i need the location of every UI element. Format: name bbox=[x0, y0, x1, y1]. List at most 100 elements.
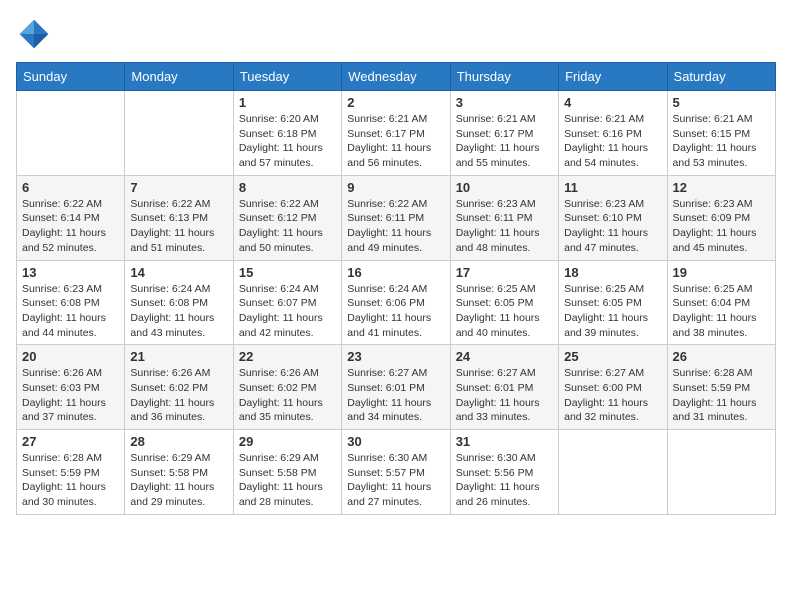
calendar-cell: 25 Sunrise: 6:27 AM Sunset: 6:00 PM Dayli… bbox=[559, 345, 667, 430]
day-info: Sunrise: 6:21 AM Sunset: 6:15 PM Dayligh… bbox=[673, 112, 770, 171]
day-info: Sunrise: 6:22 AM Sunset: 6:11 PM Dayligh… bbox=[347, 197, 444, 256]
calendar-week-3: 20 Sunrise: 6:26 AM Sunset: 6:03 PM Dayli… bbox=[17, 345, 776, 430]
day-info: Sunrise: 6:20 AM Sunset: 6:18 PM Dayligh… bbox=[239, 112, 336, 171]
calendar-cell: 24 Sunrise: 6:27 AM Sunset: 6:01 PM Dayli… bbox=[450, 345, 558, 430]
day-number: 25 bbox=[564, 349, 661, 364]
day-number: 11 bbox=[564, 180, 661, 195]
day-info: Sunrise: 6:21 AM Sunset: 6:16 PM Dayligh… bbox=[564, 112, 661, 171]
day-info: Sunrise: 6:30 AM Sunset: 5:57 PM Dayligh… bbox=[347, 451, 444, 510]
day-number: 2 bbox=[347, 95, 444, 110]
calendar-cell: 2 Sunrise: 6:21 AM Sunset: 6:17 PM Daylig… bbox=[342, 91, 450, 176]
day-info: Sunrise: 6:23 AM Sunset: 6:08 PM Dayligh… bbox=[22, 282, 119, 341]
calendar-week-4: 27 Sunrise: 6:28 AM Sunset: 5:59 PM Dayli… bbox=[17, 430, 776, 515]
calendar-cell: 3 Sunrise: 6:21 AM Sunset: 6:17 PM Daylig… bbox=[450, 91, 558, 176]
weekday-tuesday: Tuesday bbox=[233, 63, 341, 91]
calendar-body: 1 Sunrise: 6:20 AM Sunset: 6:18 PM Daylig… bbox=[17, 91, 776, 515]
weekday-friday: Friday bbox=[559, 63, 667, 91]
logo bbox=[16, 16, 56, 52]
day-number: 21 bbox=[130, 349, 227, 364]
day-info: Sunrise: 6:30 AM Sunset: 5:56 PM Dayligh… bbox=[456, 451, 553, 510]
calendar-cell bbox=[125, 91, 233, 176]
calendar-cell: 23 Sunrise: 6:27 AM Sunset: 6:01 PM Dayli… bbox=[342, 345, 450, 430]
calendar-week-2: 13 Sunrise: 6:23 AM Sunset: 6:08 PM Dayli… bbox=[17, 260, 776, 345]
day-info: Sunrise: 6:23 AM Sunset: 6:11 PM Dayligh… bbox=[456, 197, 553, 256]
calendar-cell: 29 Sunrise: 6:29 AM Sunset: 5:58 PM Dayli… bbox=[233, 430, 341, 515]
day-info: Sunrise: 6:24 AM Sunset: 6:06 PM Dayligh… bbox=[347, 282, 444, 341]
day-number: 10 bbox=[456, 180, 553, 195]
day-number: 14 bbox=[130, 265, 227, 280]
calendar-cell: 7 Sunrise: 6:22 AM Sunset: 6:13 PM Daylig… bbox=[125, 175, 233, 260]
calendar-cell: 30 Sunrise: 6:30 AM Sunset: 5:57 PM Dayli… bbox=[342, 430, 450, 515]
weekday-thursday: Thursday bbox=[450, 63, 558, 91]
calendar-cell: 14 Sunrise: 6:24 AM Sunset: 6:08 PM Dayli… bbox=[125, 260, 233, 345]
day-info: Sunrise: 6:24 AM Sunset: 6:08 PM Dayligh… bbox=[130, 282, 227, 341]
calendar-cell: 18 Sunrise: 6:25 AM Sunset: 6:05 PM Dayli… bbox=[559, 260, 667, 345]
day-info: Sunrise: 6:28 AM Sunset: 5:59 PM Dayligh… bbox=[673, 366, 770, 425]
calendar-cell: 11 Sunrise: 6:23 AM Sunset: 6:10 PM Dayli… bbox=[559, 175, 667, 260]
day-number: 9 bbox=[347, 180, 444, 195]
weekday-sunday: Sunday bbox=[17, 63, 125, 91]
weekday-saturday: Saturday bbox=[667, 63, 775, 91]
day-info: Sunrise: 6:26 AM Sunset: 6:02 PM Dayligh… bbox=[130, 366, 227, 425]
day-number: 31 bbox=[456, 434, 553, 449]
day-info: Sunrise: 6:22 AM Sunset: 6:12 PM Dayligh… bbox=[239, 197, 336, 256]
weekday-wednesday: Wednesday bbox=[342, 63, 450, 91]
day-number: 6 bbox=[22, 180, 119, 195]
day-info: Sunrise: 6:22 AM Sunset: 6:14 PM Dayligh… bbox=[22, 197, 119, 256]
day-info: Sunrise: 6:21 AM Sunset: 6:17 PM Dayligh… bbox=[347, 112, 444, 171]
day-number: 1 bbox=[239, 95, 336, 110]
calendar-cell: 13 Sunrise: 6:23 AM Sunset: 6:08 PM Dayli… bbox=[17, 260, 125, 345]
calendar-cell: 19 Sunrise: 6:25 AM Sunset: 6:04 PM Dayli… bbox=[667, 260, 775, 345]
day-info: Sunrise: 6:21 AM Sunset: 6:17 PM Dayligh… bbox=[456, 112, 553, 171]
day-info: Sunrise: 6:23 AM Sunset: 6:09 PM Dayligh… bbox=[673, 197, 770, 256]
day-number: 13 bbox=[22, 265, 119, 280]
calendar-cell: 1 Sunrise: 6:20 AM Sunset: 6:18 PM Daylig… bbox=[233, 91, 341, 176]
calendar-cell bbox=[667, 430, 775, 515]
day-number: 22 bbox=[239, 349, 336, 364]
day-number: 27 bbox=[22, 434, 119, 449]
calendar-cell: 4 Sunrise: 6:21 AM Sunset: 6:16 PM Daylig… bbox=[559, 91, 667, 176]
calendar-cell: 21 Sunrise: 6:26 AM Sunset: 6:02 PM Dayli… bbox=[125, 345, 233, 430]
calendar-cell: 15 Sunrise: 6:24 AM Sunset: 6:07 PM Dayli… bbox=[233, 260, 341, 345]
day-info: Sunrise: 6:28 AM Sunset: 5:59 PM Dayligh… bbox=[22, 451, 119, 510]
day-info: Sunrise: 6:26 AM Sunset: 6:02 PM Dayligh… bbox=[239, 366, 336, 425]
day-info: Sunrise: 6:27 AM Sunset: 6:01 PM Dayligh… bbox=[456, 366, 553, 425]
day-number: 29 bbox=[239, 434, 336, 449]
calendar-cell: 9 Sunrise: 6:22 AM Sunset: 6:11 PM Daylig… bbox=[342, 175, 450, 260]
calendar-cell: 26Sunrise: 6:28 AM Sunset: 5:59 PM Dayli… bbox=[667, 345, 775, 430]
day-info: Sunrise: 6:25 AM Sunset: 6:05 PM Dayligh… bbox=[564, 282, 661, 341]
day-info: Sunrise: 6:29 AM Sunset: 5:58 PM Dayligh… bbox=[239, 451, 336, 510]
calendar-cell: 31 Sunrise: 6:30 AM Sunset: 5:56 PM Dayli… bbox=[450, 430, 558, 515]
calendar-cell: 20 Sunrise: 6:26 AM Sunset: 6:03 PM Dayli… bbox=[17, 345, 125, 430]
calendar-cell bbox=[17, 91, 125, 176]
day-number: 30 bbox=[347, 434, 444, 449]
day-info: Sunrise: 6:25 AM Sunset: 6:04 PM Dayligh… bbox=[673, 282, 770, 341]
day-info: Sunrise: 6:23 AM Sunset: 6:10 PM Dayligh… bbox=[564, 197, 661, 256]
weekday-monday: Monday bbox=[125, 63, 233, 91]
day-info: Sunrise: 6:27 AM Sunset: 6:00 PM Dayligh… bbox=[564, 366, 661, 425]
calendar-cell: 10 Sunrise: 6:23 AM Sunset: 6:11 PM Dayli… bbox=[450, 175, 558, 260]
day-number: 15 bbox=[239, 265, 336, 280]
day-number: 4 bbox=[564, 95, 661, 110]
day-number: 19 bbox=[673, 265, 770, 280]
calendar-week-0: 1 Sunrise: 6:20 AM Sunset: 6:18 PM Daylig… bbox=[17, 91, 776, 176]
day-info: Sunrise: 6:26 AM Sunset: 6:03 PM Dayligh… bbox=[22, 366, 119, 425]
day-number: 20 bbox=[22, 349, 119, 364]
page-header bbox=[16, 16, 776, 52]
calendar-cell: 6 Sunrise: 6:22 AM Sunset: 6:14 PM Daylig… bbox=[17, 175, 125, 260]
day-number: 7 bbox=[130, 180, 227, 195]
day-number: 18 bbox=[564, 265, 661, 280]
day-info: Sunrise: 6:27 AM Sunset: 6:01 PM Dayligh… bbox=[347, 366, 444, 425]
day-number: 24 bbox=[456, 349, 553, 364]
day-number: 28 bbox=[130, 434, 227, 449]
day-number: 23 bbox=[347, 349, 444, 364]
day-number: 12 bbox=[673, 180, 770, 195]
day-info: Sunrise: 6:22 AM Sunset: 6:13 PM Dayligh… bbox=[130, 197, 227, 256]
calendar-cell: 17Sunrise: 6:25 AM Sunset: 6:05 PM Dayli… bbox=[450, 260, 558, 345]
day-number: 8 bbox=[239, 180, 336, 195]
day-number: 3 bbox=[456, 95, 553, 110]
calendar-cell: 27 Sunrise: 6:28 AM Sunset: 5:59 PM Dayli… bbox=[17, 430, 125, 515]
day-info: Sunrise: 6:24 AM Sunset: 6:07 PM Dayligh… bbox=[239, 282, 336, 341]
calendar-cell: 22 Sunrise: 6:26 AM Sunset: 6:02 PM Dayli… bbox=[233, 345, 341, 430]
day-info: Sunrise: 6:29 AM Sunset: 5:58 PM Dayligh… bbox=[130, 451, 227, 510]
